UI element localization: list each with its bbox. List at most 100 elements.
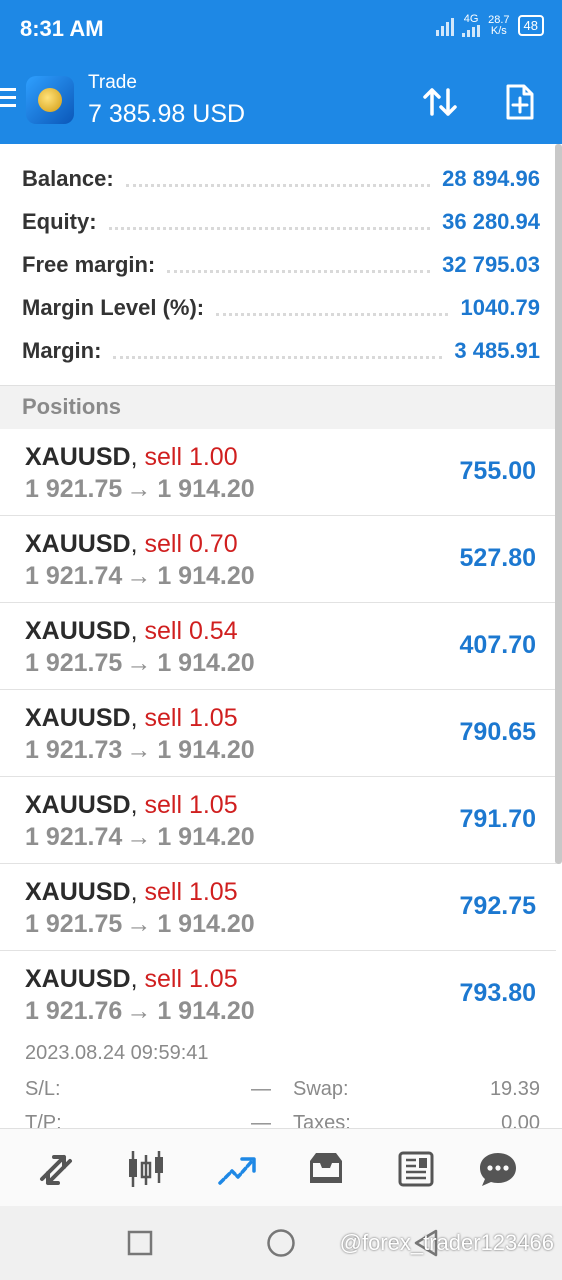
arrow-icon: → xyxy=(126,562,152,590)
summary-row-margin-level: Margin Level (%): 1040.79 xyxy=(22,288,540,328)
summary-label: Margin Level (%): xyxy=(22,295,205,320)
tp-label: T/P: xyxy=(25,1112,62,1128)
position-open-price: 1 921.75 xyxy=(25,910,123,938)
sort-icon[interactable] xyxy=(420,82,460,122)
position-current-price: 1 914.20 xyxy=(157,823,255,851)
position-type: sell 1.05 xyxy=(144,791,238,819)
positions-header-label: Positions xyxy=(22,394,122,419)
position-row[interactable]: XAUUSD, sell 0.70 1 921.74 → 1 914.20 527.… xyxy=(0,516,556,603)
detail-row-sl-swap: S/L: — Swap: 19.39 xyxy=(25,1078,540,1106)
position-symbol: XAUUSD xyxy=(25,704,131,732)
position-current-price: 1 914.20 xyxy=(157,910,255,938)
quotes-arrows-icon[interactable] xyxy=(34,1147,78,1191)
summary-row-margin: Margin: 3 485.91 xyxy=(22,331,540,371)
position-open-price: 1 921.74 xyxy=(25,823,123,851)
swap-label: Swap: xyxy=(293,1078,349,1100)
summary-value: 32 795.03 xyxy=(442,252,540,277)
header-balance: 7 385.98 USD xyxy=(88,100,246,128)
position-type: sell 0.70 xyxy=(144,530,238,558)
sl-label: S/L: xyxy=(25,1078,61,1100)
position-symbol: XAUUSD xyxy=(25,791,131,819)
position-profit: 791.70 xyxy=(459,805,536,833)
summary-value: 3 485.91 xyxy=(454,338,540,363)
system-navigation-bar: @forex_trader123466 xyxy=(0,1206,562,1280)
page-title: Trade xyxy=(88,72,137,93)
status-bar: 8:31 AM 4G 28.7 K/s 48 xyxy=(0,0,562,58)
home-circle-icon[interactable] xyxy=(266,1228,296,1258)
position-row-expanded[interactable]: XAUUSD, sell 1.05 1 921.76 → 1 914.20 793.… xyxy=(0,951,556,1037)
arrow-icon: → xyxy=(126,649,152,677)
status-time: 8:31 AM xyxy=(20,16,104,41)
dotted-leader xyxy=(125,183,431,187)
chat-icon[interactable] xyxy=(476,1147,520,1191)
arrow-icon: → xyxy=(126,475,152,503)
position-current-price: 1 914.20 xyxy=(157,997,255,1025)
position-row[interactable]: XAUUSD, sell 1.05 1 921.75 → 1 914.20 792.… xyxy=(0,864,556,951)
summary-label: Free margin: xyxy=(22,252,156,277)
summary-value: 1040.79 xyxy=(460,295,540,320)
recents-square-icon[interactable] xyxy=(127,1230,153,1256)
history-inbox-icon[interactable] xyxy=(304,1147,348,1191)
menu-icon[interactable] xyxy=(0,88,16,112)
summary-label: Balance: xyxy=(22,166,114,191)
summary-label: Margin: xyxy=(22,338,102,363)
position-profit: 790.65 xyxy=(459,718,536,746)
summary-value: 36 280.94 xyxy=(442,209,540,234)
positions-section-header: Positions xyxy=(0,385,556,430)
scrollbar[interactable] xyxy=(555,144,562,864)
summary-value: 28 894.96 xyxy=(442,166,540,191)
position-symbol: XAUUSD xyxy=(25,617,131,645)
summary-label: Equity: xyxy=(22,209,97,234)
position-open-time: 2023.08.24 09:59:41 xyxy=(25,1042,209,1064)
position-row[interactable]: XAUUSD, sell 0.54 1 921.75 → 1 914.20 407.… xyxy=(0,603,556,690)
bottom-navigation xyxy=(0,1128,562,1207)
swap-value: 19.39 xyxy=(489,1078,540,1100)
arrow-icon: → xyxy=(126,910,152,938)
summary-row-balance: Balance: 28 894.96 xyxy=(22,159,540,199)
position-type: sell 1.05 xyxy=(144,965,238,993)
position-detail: 2023.08.24 09:59:41 S/L: — Swap: 19.39 T… xyxy=(0,1036,556,1128)
new-order-icon[interactable] xyxy=(500,82,540,122)
position-current-price: 1 914.20 xyxy=(157,562,255,590)
account-summary: Balance: 28 894.96 Equity: 36 280.94 Fre… xyxy=(0,144,562,384)
position-open-price: 1 921.75 xyxy=(25,649,123,677)
arrow-icon: → xyxy=(126,823,152,851)
dotted-leader xyxy=(113,355,443,359)
news-icon[interactable] xyxy=(394,1147,438,1191)
app-bar: Trade 7 385.98 USD xyxy=(0,58,562,144)
tp-value: — xyxy=(251,1112,271,1128)
net-speed: 28.7 K/s xyxy=(488,13,510,37)
position-current-price: 1 914.20 xyxy=(157,736,255,764)
position-open-price: 1 921.76 xyxy=(25,997,123,1025)
dotted-leader xyxy=(108,226,431,230)
position-symbol: XAUUSD xyxy=(25,878,131,906)
position-type: sell 0.54 xyxy=(144,617,238,645)
position-type: sell 1.05 xyxy=(144,704,238,732)
arrow-icon: → xyxy=(126,997,152,1025)
candlestick-chart-icon[interactable] xyxy=(124,1147,168,1191)
position-open-price: 1 921.74 xyxy=(25,562,123,590)
taxes-label: Taxes: xyxy=(293,1112,351,1128)
arrow-icon: → xyxy=(126,736,152,764)
battery-icon: 48 xyxy=(517,15,544,36)
position-profit: 792.75 xyxy=(459,892,536,920)
position-profit: 407.70 xyxy=(459,631,536,659)
position-row[interactable]: XAUUSD, sell 1.05 1 921.74 → 1 914.20 791.… xyxy=(0,777,556,864)
app-logo-icon xyxy=(26,76,74,124)
position-symbol: XAUUSD xyxy=(25,965,131,993)
position-row[interactable]: XAUUSD, sell 1.05 1 921.73 → 1 914.20 790.… xyxy=(0,690,556,777)
signal-icon xyxy=(436,16,455,36)
dotted-leader xyxy=(216,312,449,316)
position-current-price: 1 914.20 xyxy=(157,649,255,677)
status-indicators: 4G 28.7 K/s 48 xyxy=(436,14,544,37)
position-type: sell 1.00 xyxy=(144,443,238,471)
position-symbol: XAUUSD xyxy=(25,443,131,471)
position-profit: 793.80 xyxy=(459,979,536,1007)
position-row[interactable]: XAUUSD, sell 1.00 1 921.75 → 1 914.20 755.… xyxy=(0,429,556,516)
position-profit: 755.00 xyxy=(459,457,536,485)
summary-row-equity: Equity: 36 280.94 xyxy=(22,202,540,242)
trade-trend-icon[interactable] xyxy=(214,1147,258,1191)
dotted-leader xyxy=(167,269,431,273)
position-current-price: 1 914.20 xyxy=(157,475,255,503)
position-symbol: XAUUSD xyxy=(25,530,131,558)
